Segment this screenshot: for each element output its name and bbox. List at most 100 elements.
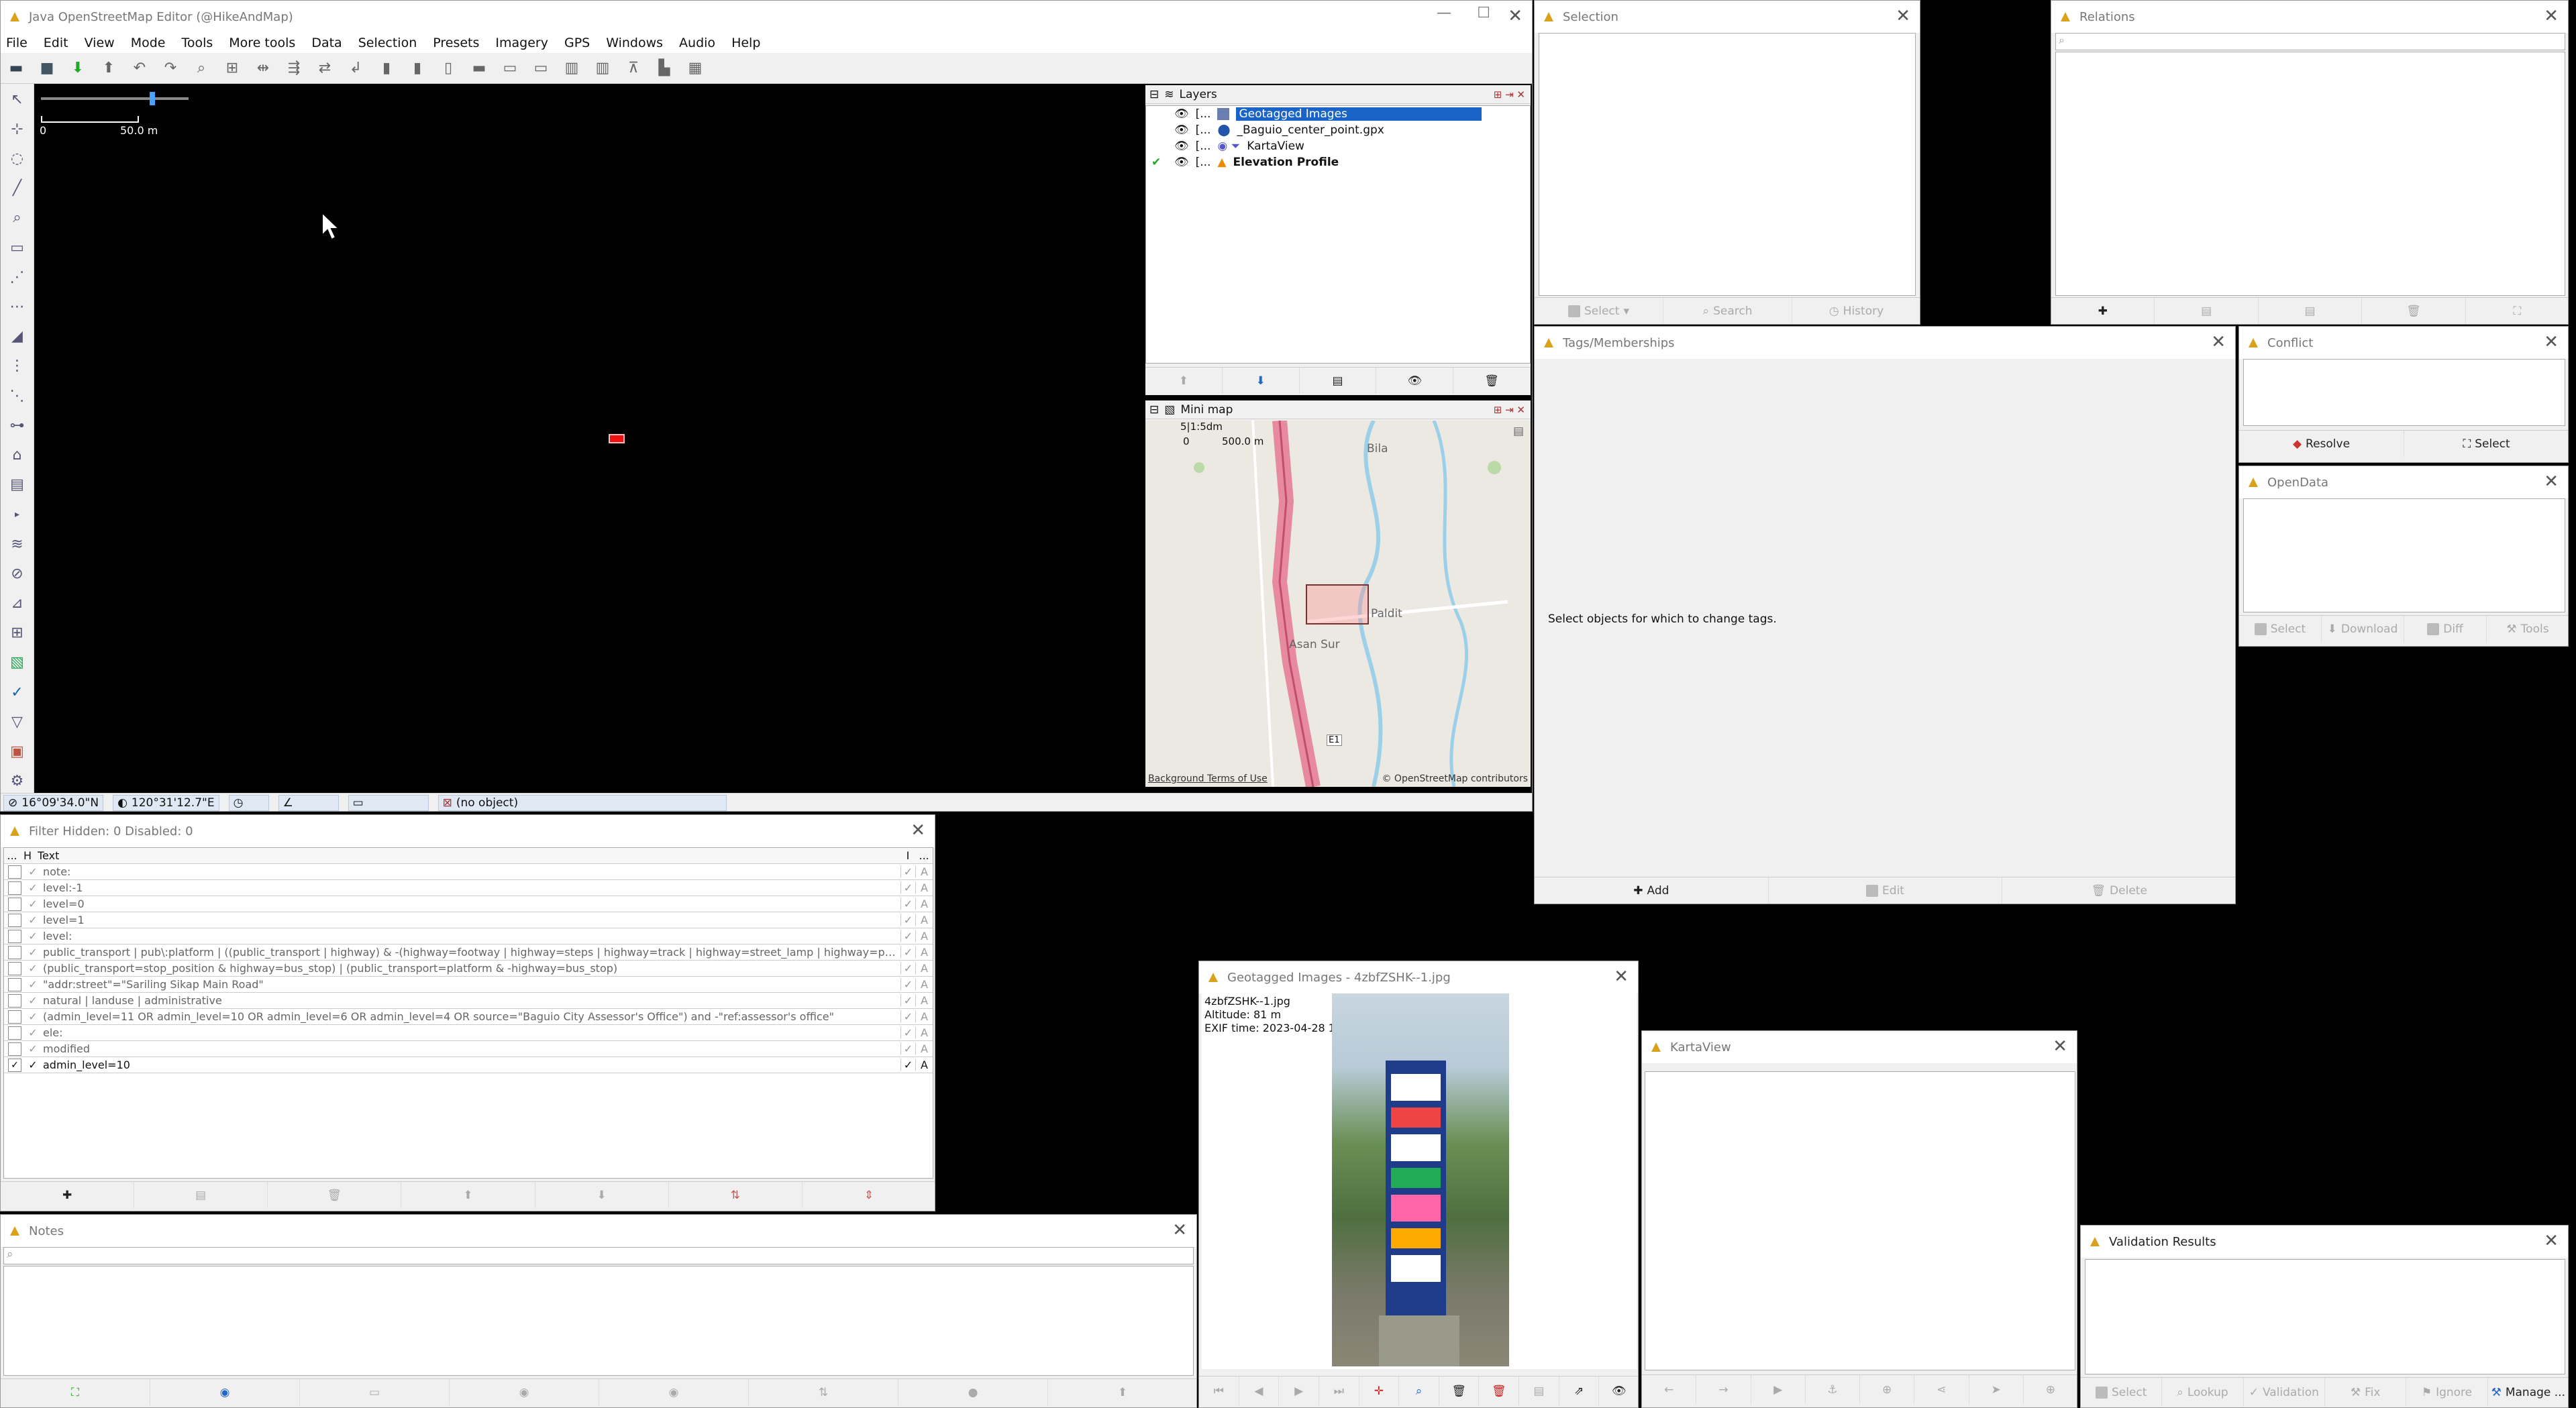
settings-toggle-icon[interactable]: ⚙ — [7, 770, 28, 793]
next-image-icon[interactable]: ▶ — [1279, 1376, 1319, 1405]
select-button[interactable]: Select ▾ — [1535, 298, 1663, 324]
filter-enable-checkbox[interactable] — [8, 897, 21, 911]
preset-area-icon[interactable]: ▬ — [468, 57, 491, 80]
validation-ignore-button[interactable]: ⚑ Ignore — [2406, 1378, 2488, 1407]
filter-row[interactable]: ✓ (public_transport=stop_position & highw… — [4, 961, 933, 977]
validation-select-button[interactable]: Select — [2081, 1378, 2163, 1407]
validation-lookup-button[interactable]: ⌕ Lookup — [2162, 1378, 2244, 1407]
close-button[interactable]: ✕ — [2211, 332, 2226, 352]
validation-manage-button[interactable]: ⚒ Manage ... — [2488, 1378, 2568, 1407]
zoom-slider-handle[interactable] — [150, 92, 155, 105]
close-button[interactable]: ✕ — [2544, 1231, 2559, 1251]
sort-notes-icon[interactable]: ⇅ — [749, 1379, 898, 1405]
last-image-icon[interactable]: ⏭ — [1319, 1376, 1359, 1405]
filter-enable-checkbox[interactable] — [8, 913, 21, 927]
preset-tower-icon[interactable]: ⊼ — [622, 57, 645, 80]
delete-image-icon[interactable]: 🗑 — [1479, 1376, 1520, 1405]
preset-train-icon[interactable]: ▭ — [529, 57, 552, 80]
reverse-filter-icon[interactable]: ⇕ — [803, 1182, 935, 1208]
close-button[interactable]: ✕ — [1614, 967, 1629, 987]
close-button[interactable]: ✕ — [2053, 1036, 2067, 1057]
extrude-tool-icon[interactable]: ◢ — [7, 325, 28, 348]
split-tool-icon[interactable]: ⋱ — [7, 384, 28, 407]
panel-window-controls[interactable]: ⊞ ⇥ ✕ — [1494, 404, 1525, 416]
edit-filter-icon[interactable]: ▤ — [134, 1182, 268, 1208]
layer-row[interactable]: 👁 [... Geotagged Images — [1146, 106, 1530, 122]
minimap-footer-left[interactable]: Background Terms of Use — [1148, 773, 1268, 784]
merge-layer-icon[interactable]: ▤ — [1300, 368, 1377, 394]
kv-location-icon[interactable]: ⚓ — [1806, 1375, 1860, 1404]
selection-list[interactable] — [1539, 33, 1916, 296]
preset-bus-icon[interactable]: ▭ — [499, 57, 521, 80]
filter-row[interactable]: ✓ note: ✓ A — [4, 864, 933, 880]
draw-tool-icon[interactable]: ⊹ — [7, 117, 28, 140]
menu-selection[interactable]: Selection — [358, 36, 417, 50]
menu-audio[interactable]: Audio — [679, 36, 715, 50]
menu-data[interactable]: Data — [311, 36, 342, 50]
filter-enable-checkbox[interactable] — [8, 993, 21, 1008]
filter-row[interactable]: ✓ ✓ admin_level=10 ✓ A — [4, 1057, 933, 1073]
preferences-icon[interactable]: ⊞ — [221, 57, 244, 80]
minimap-view[interactable]: 5|1:5dm 0 500.0 m Bila Paldit Asan Sur E… — [1145, 421, 1531, 787]
collapse-icon[interactable]: ⊟ — [1149, 403, 1159, 417]
filter-enable-checkbox[interactable] — [8, 1026, 21, 1040]
conflict-select-button[interactable]: ⛶ Select — [2404, 431, 2568, 457]
preset-wall-icon[interactable]: ▮ — [406, 57, 429, 80]
toggle-visibility-icon[interactable]: 👁 — [1599, 1376, 1638, 1405]
visibility-icon[interactable]: 👁 — [1376, 368, 1454, 394]
collapse-icon[interactable]: ⊟ — [1149, 88, 1159, 101]
kv-play-icon[interactable]: ▶ — [1751, 1375, 1806, 1404]
close-button[interactable]: ✕ — [2544, 332, 2559, 352]
new-note-icon[interactable]: ◉ — [150, 1379, 300, 1405]
split-way-icon[interactable]: ⇹ — [252, 57, 274, 80]
building-tool-icon[interactable]: ⌂ — [7, 443, 28, 466]
eye-icon[interactable]: 👁 — [1174, 107, 1189, 121]
open-external-icon[interactable]: ⇗ — [1559, 1376, 1600, 1405]
close-button[interactable]: ✕ — [1508, 6, 1523, 26]
opendata-diff-button[interactable]: Diff — [2404, 616, 2487, 642]
delete-filter-icon[interactable]: 🗑 — [268, 1182, 402, 1208]
menu-tools[interactable]: Tools — [181, 36, 213, 50]
minimize-button[interactable]: — — [1437, 5, 1451, 21]
remove-image-icon[interactable]: 🗑 — [1439, 1376, 1480, 1405]
edit-tag-button[interactable]: Edit — [1769, 877, 2003, 904]
close-button[interactable]: ✕ — [1172, 1220, 1187, 1240]
preset-door-icon[interactable]: ▯ — [437, 57, 460, 80]
menu-more-tools[interactable]: More tools — [229, 36, 295, 50]
layer-row[interactable]: 👁 [... ⬤ _Baguio_center_point.gpx — [1146, 122, 1530, 138]
col-inverted[interactable]: I — [900, 849, 915, 862]
lasso-tool-icon[interactable]: ◌ — [7, 147, 28, 170]
filter-row[interactable]: ✓ level:-1 ✓ A — [4, 880, 933, 896]
col-hidden[interactable]: H — [20, 849, 35, 862]
notes-search-input[interactable]: ⌕ — [3, 1247, 1194, 1264]
filter-enable-checkbox[interactable] — [8, 1042, 21, 1056]
filter-row[interactable]: ✓ ele: ✓ A — [4, 1025, 933, 1041]
parallel-tool-icon[interactable]: ⋰ — [7, 266, 28, 288]
first-image-icon[interactable]: ⏮ — [1199, 1376, 1239, 1405]
close-button[interactable]: ✕ — [2544, 472, 2559, 492]
resolve-button[interactable]: ◆ Resolve — [2239, 431, 2404, 457]
validation-run-button[interactable]: ✓ Validation — [2244, 1378, 2325, 1407]
align-tool-icon[interactable]: ⋮ — [7, 355, 28, 378]
validation-list[interactable] — [2085, 1259, 2565, 1374]
add-tag-button[interactable]: ✚ Add — [1535, 877, 1769, 904]
center-view-icon[interactable]: ✛ — [1359, 1376, 1400, 1405]
filter-enable-checkbox[interactable] — [8, 1010, 21, 1024]
filter-toggle-icon[interactable]: ▽ — [7, 710, 28, 733]
minimap-layers-icon[interactable]: ▤ — [1513, 425, 1524, 438]
filter-enable-checkbox[interactable]: ✓ — [8, 1058, 21, 1072]
comment-note-icon[interactable]: ▭ — [300, 1379, 450, 1405]
upload-icon[interactable]: ⬆ — [1048, 1379, 1196, 1405]
close-button[interactable]: ✕ — [2544, 6, 2559, 26]
kv-navigate-icon[interactable]: ➤ — [1969, 1375, 2024, 1404]
opendata-tools-button[interactable]: ⚒ Tools — [2487, 616, 2568, 642]
add-filter-icon[interactable]: ✚ — [1, 1182, 135, 1208]
notes-toggle-icon[interactable]: ▣ — [7, 740, 28, 763]
simplify-way-icon[interactable]: ↲ — [344, 57, 367, 80]
previous-image-icon[interactable]: ◀ — [1239, 1376, 1280, 1405]
combine-way-icon[interactable]: ⇶ — [282, 57, 305, 80]
opendata-download-button[interactable]: ⬇ Download — [2322, 616, 2404, 642]
col-text[interactable]: Text — [35, 849, 900, 862]
move-up-icon[interactable]: ⬆ — [1145, 368, 1223, 394]
maximize-button[interactable]: ☐ — [1477, 5, 1490, 21]
